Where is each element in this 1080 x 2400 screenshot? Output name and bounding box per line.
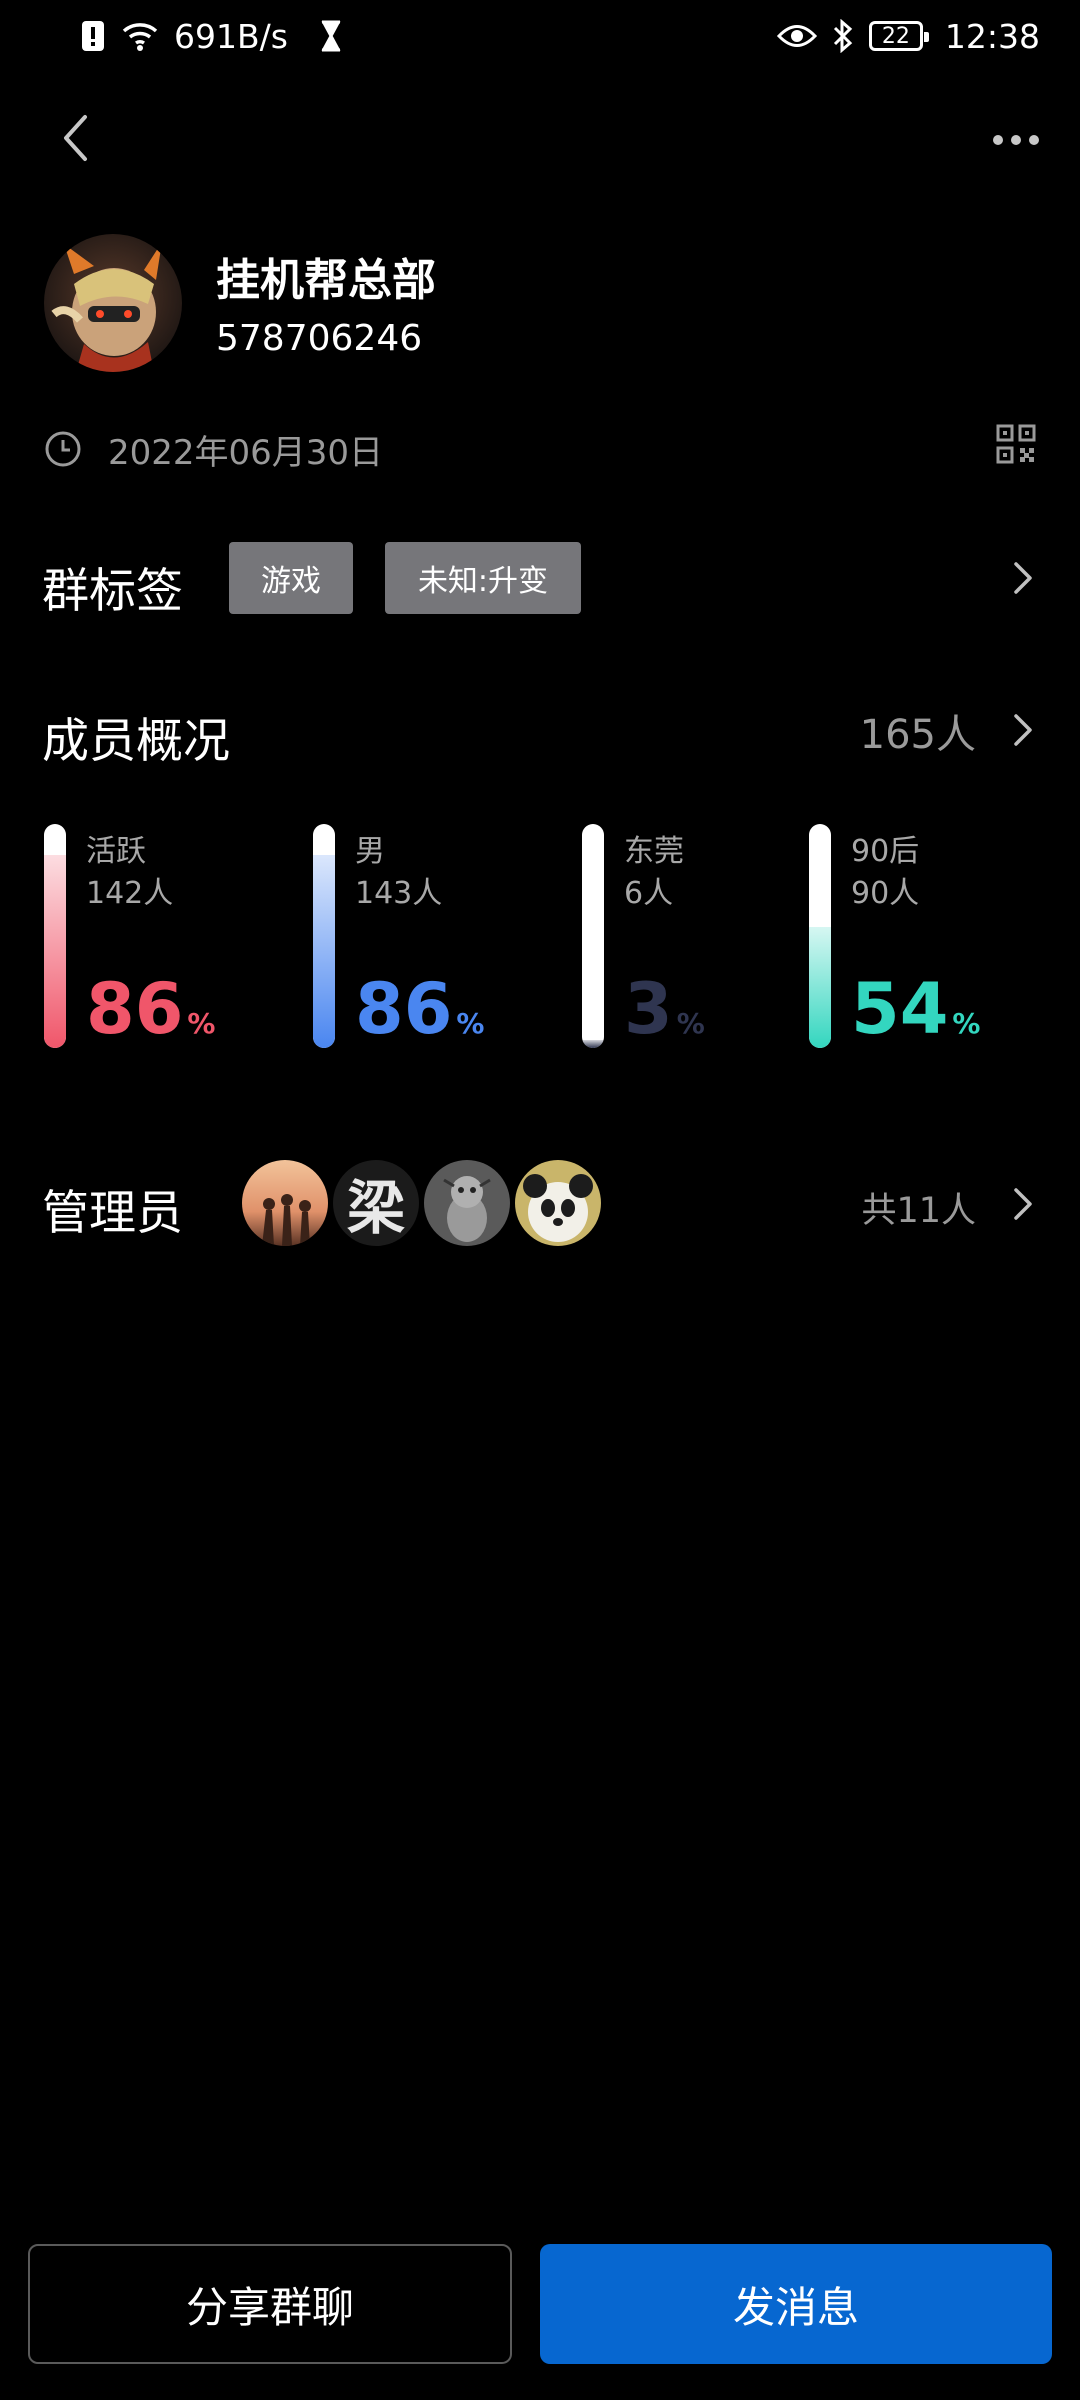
admin-avatar-image: [242, 1160, 328, 1246]
stat-bar-fill: [313, 855, 335, 1048]
tags-label: 群标签: [42, 564, 183, 619]
status-bar: 691B/s 22 12:38: [0, 0, 1080, 72]
battery-level: 22: [881, 23, 910, 49]
stat-percent-unit: %: [187, 1007, 216, 1040]
members-count[interactable]: 165人: [860, 702, 976, 760]
stat-bar: [809, 824, 831, 1048]
stat-percent: 86 %: [86, 974, 215, 1044]
stat-percent: 86 %: [355, 974, 484, 1044]
stat-percent-value: 86: [86, 968, 184, 1050]
stat-count: 6人: [624, 876, 674, 911]
admin-avatar-image: [424, 1160, 510, 1246]
chevron-right-icon: [1014, 714, 1032, 746]
tag-unknown[interactable]: 未知:升变: [385, 542, 581, 614]
stat-percent-value: 86: [355, 968, 453, 1050]
stat-bar-fill: [582, 1040, 604, 1048]
stat-label: 活跃: [86, 834, 146, 869]
stat-count: 142人: [86, 876, 174, 911]
group-avatar[interactable]: [44, 234, 182, 372]
stat-percent-unit: %: [952, 1007, 981, 1040]
stat-location: 东莞 6人 3 %: [582, 824, 822, 1054]
wifi-icon: [122, 23, 158, 51]
eye-icon: [776, 25, 817, 47]
more-button[interactable]: [986, 120, 1046, 160]
bluetooth-icon: [833, 19, 853, 53]
hourglass-icon: [321, 20, 341, 52]
stat-bar: [44, 824, 66, 1048]
chevron-left-icon: [64, 115, 87, 161]
stat-label: 90后: [851, 834, 920, 869]
admin-avatar[interactable]: [515, 1160, 601, 1246]
chevron-right-icon: [1014, 1188, 1032, 1220]
more-icon-dot: [1011, 135, 1021, 145]
group-name: 挂机帮总部: [216, 255, 436, 306]
more-icon-dot: [1029, 135, 1039, 145]
group-id: 578706246: [216, 318, 423, 359]
qr-code-button[interactable]: [996, 424, 1036, 464]
stat-bar: [313, 824, 335, 1048]
stat-count: 143人: [355, 876, 443, 911]
stat-percent-value: 3: [624, 968, 673, 1050]
back-button[interactable]: [50, 108, 100, 168]
stat-male: 男 143人 86 %: [313, 824, 553, 1054]
share-group-button[interactable]: 分享群聊: [28, 2244, 512, 2364]
stat-percent-unit: %: [456, 1007, 485, 1040]
stat-bar: [582, 824, 604, 1048]
stat-active: 活跃 142人 86 %: [44, 824, 284, 1054]
members-label: 成员概况: [42, 714, 230, 769]
stat-bar-fill: [44, 855, 66, 1048]
status-left: 691B/s: [80, 14, 346, 58]
send-message-button[interactable]: 发消息: [540, 2244, 1052, 2364]
stat-count: 90人: [851, 876, 920, 911]
admins-label: 管理员: [42, 1186, 183, 1241]
qr-code-icon: [996, 424, 1036, 464]
admin-avatar[interactable]: [424, 1160, 510, 1246]
clock-icon: [45, 431, 81, 467]
stat-percent: 54 %: [851, 974, 980, 1044]
admin-avatar[interactable]: [242, 1160, 328, 1246]
network-speed: 691B/s: [174, 16, 288, 56]
stat-bar-fill: [809, 927, 831, 1048]
created-date: 2022年06月30日: [108, 432, 384, 473]
admin-avatar[interactable]: 梁: [333, 1160, 419, 1246]
created-date-row: 2022年06月30日: [44, 424, 383, 474]
stat-label: 男: [355, 834, 385, 869]
tags-chevron[interactable]: [1008, 558, 1038, 598]
battery-icon: 22: [868, 21, 929, 51]
status-right: 22 12:38: [776, 14, 1040, 58]
members-chevron[interactable]: [1008, 710, 1038, 750]
stat-label: 东莞: [624, 834, 684, 869]
clock: 12:38: [944, 16, 1040, 56]
admins-chevron[interactable]: [1008, 1184, 1038, 1224]
alert-icon: [82, 21, 104, 51]
stat-percent-value: 54: [851, 968, 949, 1050]
more-icon: [993, 135, 1003, 145]
stat-percent-unit: %: [676, 1007, 705, 1040]
group-avatar-image: [44, 234, 182, 372]
admins-count[interactable]: 共11人: [861, 1182, 976, 1233]
admin-avatar-glyph: 梁: [346, 1174, 405, 1242]
tag-game[interactable]: 游戏: [229, 542, 353, 614]
stat-age: 90后 90人 54 %: [809, 824, 1049, 1054]
stat-percent: 3 %: [624, 974, 705, 1044]
admin-avatar-image: [515, 1160, 601, 1246]
chevron-right-icon: [1014, 562, 1032, 594]
